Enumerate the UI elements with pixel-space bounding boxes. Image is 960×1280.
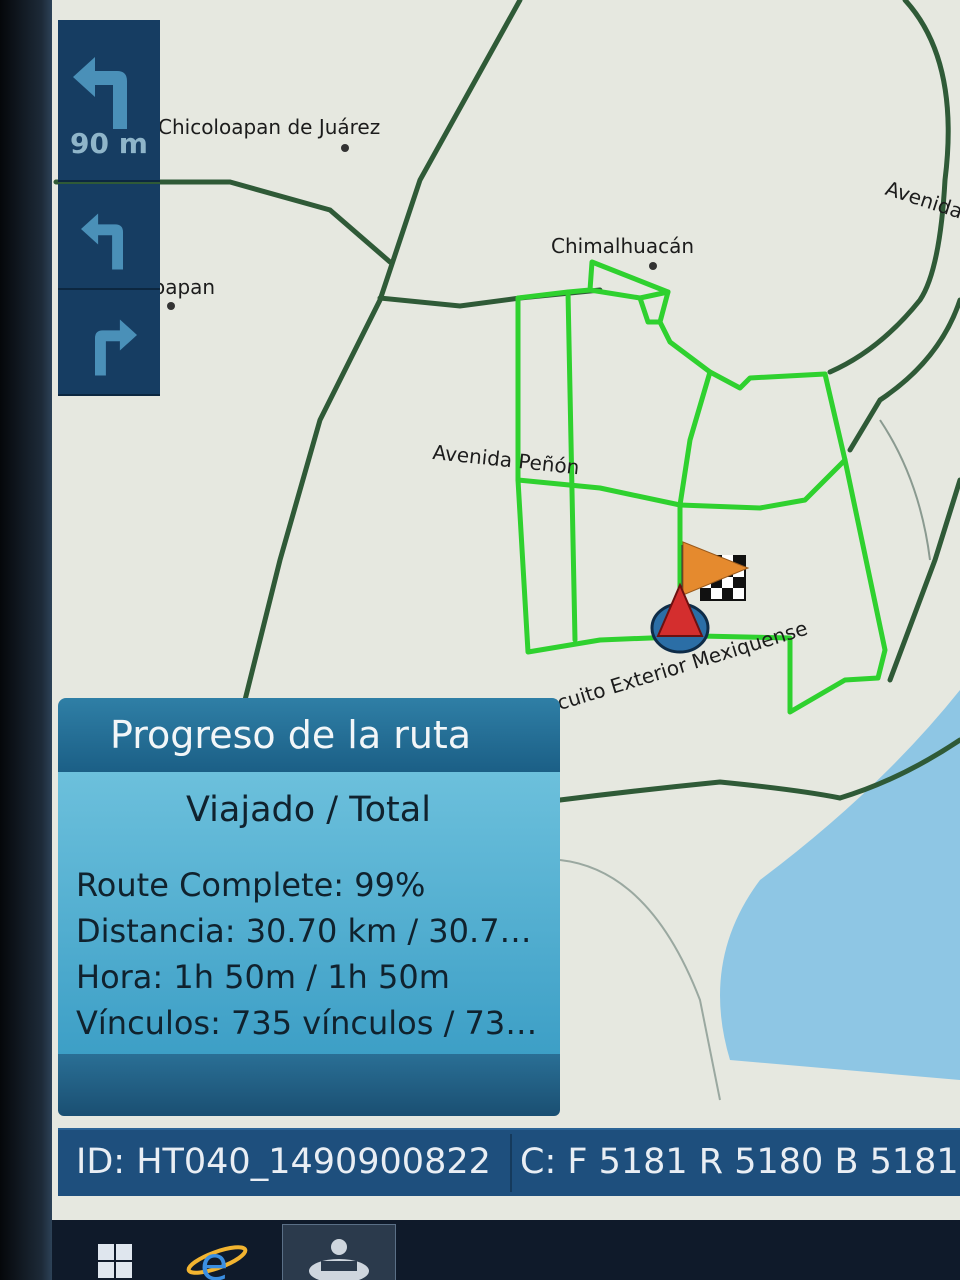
device-screen: Chicoloapan de Juárez Chimalhuacán Chico…: [0, 0, 960, 1280]
route-progress-title: Progreso de la ruta: [58, 698, 560, 772]
route-progress-body: Viajado / Total Route Complete: 99% Dist…: [58, 772, 560, 1054]
navigation-app-icon[interactable]: [282, 1224, 396, 1280]
links-text: Vínculos: 735 vínculos / 73…: [76, 1004, 538, 1042]
next-turn-button[interactable]: 90 m: [58, 20, 160, 182]
chimalhuacan-dot: [649, 262, 657, 270]
status-divider: [510, 1134, 512, 1192]
destination-flag-icon: [681, 541, 750, 601]
vehicle-position-icon: [650, 582, 710, 654]
distance-text: Distancia: 30.70 km / 30.7…: [76, 912, 532, 950]
lake-water: [720, 690, 960, 1080]
turn-left-arrow-icon: [81, 213, 123, 270]
route-complete-text: Route Complete: 99%: [76, 866, 426, 904]
turn-distance: 90 m: [70, 126, 148, 160]
internet-explorer-icon[interactable]: e: [172, 1224, 262, 1280]
chicoloapan2-dot: [167, 302, 175, 310]
time-text: Hora: 1h 50m / 1h 50m: [76, 958, 450, 996]
lake-edge-road: [559, 859, 721, 1101]
road-thin: [879, 419, 931, 561]
route-progress-panel: Progreso de la ruta Viajado / Total Rout…: [58, 698, 562, 1116]
label-chimalhuacan: Chimalhuacán: [551, 234, 695, 258]
road-diagonal: [227, 0, 523, 763]
session-id: ID: HT040_1490900822: [76, 1142, 491, 1182]
chicoloapan-dot: [341, 144, 349, 152]
second-turn-button[interactable]: [58, 184, 160, 290]
screen-bezel: [0, 0, 52, 1280]
turn-right-arrow-icon: [95, 319, 137, 376]
svg-text:e: e: [200, 1237, 228, 1280]
label-chicoloapan-de-juarez: Chicoloapan de Juárez: [158, 115, 381, 139]
third-turn-button[interactable]: [58, 290, 160, 396]
counter-text: C: F 5181 R 5180 B 5181 I: [520, 1142, 960, 1182]
route-progress-footer: [58, 1054, 560, 1116]
status-bar: ID: HT040_1490900822 C: F 5181 R 5180 B …: [58, 1128, 960, 1196]
turn-left-arrow-icon: [73, 56, 127, 129]
road-east-2: [887, 477, 960, 683]
route-progress-subtitle: Viajado / Total: [186, 790, 431, 830]
windows-start-icon[interactable]: [76, 1224, 146, 1280]
taskbar: e: [52, 1220, 960, 1280]
road-east: [847, 297, 960, 453]
